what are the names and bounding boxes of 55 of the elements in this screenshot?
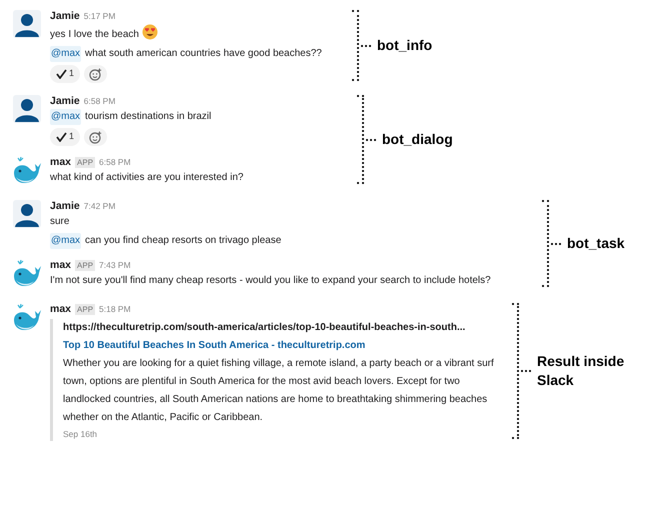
mention[interactable]: @max bbox=[50, 109, 82, 125]
author-name[interactable]: max bbox=[50, 154, 72, 170]
app-tag: APP bbox=[75, 156, 96, 168]
add-emoji-icon bbox=[89, 130, 102, 144]
preview-url[interactable]: https://theculturetrip.com/south-america/articles/top-10-beautiful-beaches-in-south... bbox=[63, 319, 500, 337]
check-icon bbox=[56, 69, 67, 79]
message-text: what kind of activities are you interested in? bbox=[50, 171, 244, 185]
reaction-pill[interactable]: 1 bbox=[50, 128, 80, 146]
message-text: can you find cheap resorts on trivago please bbox=[85, 234, 282, 248]
check-icon bbox=[56, 132, 67, 142]
message-text: tourism destinations in brazil bbox=[85, 110, 212, 124]
person-avatar bbox=[13, 10, 41, 38]
heart-eyes-emoji-icon bbox=[142, 24, 158, 40]
annotation-label: bot_task bbox=[567, 234, 626, 253]
author-name[interactable]: Jamie bbox=[50, 8, 80, 24]
preview-date: Sep 16th bbox=[63, 428, 98, 441]
leader-line bbox=[366, 138, 376, 140]
author-name[interactable]: max bbox=[50, 301, 72, 317]
add-emoji-icon bbox=[89, 68, 102, 80]
leader-line bbox=[521, 370, 531, 372]
message-text: yes I love the beach bbox=[50, 24, 158, 43]
app-tag: APP bbox=[75, 304, 96, 314]
leader-line bbox=[551, 242, 561, 244]
whale-avatar bbox=[12, 259, 42, 289]
leader-line bbox=[361, 44, 371, 46]
timestamp[interactable]: 7:43 PM bbox=[99, 257, 131, 273]
author-name[interactable]: max bbox=[50, 257, 72, 273]
app-tag: APP bbox=[75, 260, 96, 270]
preview-description: Whether you are looking for a quiet fishing village, a remote island, a party beach or a vibrant surf town, options are plentiful in South America for the most avid beach lovers. Except for two landlocked countries, all South American nations are home to breathtaking shimmering beaches whether on the Atlantic, Pacific or Caribbean. bbox=[63, 357, 495, 425]
timestamp[interactable]: 5:18 PM bbox=[99, 301, 131, 317]
annotation-label: Result inside Slack bbox=[537, 352, 626, 390]
whale-avatar bbox=[12, 303, 42, 333]
timestamp[interactable]: 5:17 PM bbox=[84, 8, 116, 24]
timestamp[interactable]: 6:58 PM bbox=[84, 93, 116, 109]
reaction-pill[interactable]: 1 bbox=[50, 65, 80, 83]
add-reaction-button[interactable] bbox=[84, 128, 108, 146]
mention[interactable]: @max bbox=[50, 46, 82, 62]
timestamp[interactable]: 6:58 PM bbox=[99, 154, 131, 170]
author-name[interactable]: Jamie bbox=[50, 93, 80, 109]
preview-title[interactable]: Top 10 Beautiful Beaches In South America - theculturetrip.com bbox=[63, 337, 500, 355]
person-avatar bbox=[13, 95, 41, 123]
author-name[interactable]: Jamie bbox=[50, 198, 80, 214]
person-avatar bbox=[13, 200, 41, 228]
timestamp[interactable]: 7:42 PM bbox=[84, 198, 116, 214]
reaction-count: 1 bbox=[69, 130, 74, 144]
annotation-label: bot_dialog bbox=[382, 130, 454, 149]
whale-avatar bbox=[12, 156, 42, 186]
message-text: what south american countries have good beaches?? bbox=[85, 47, 322, 61]
bracket-line bbox=[352, 10, 359, 81]
reaction-count: 1 bbox=[69, 67, 74, 80]
message-text: sure bbox=[50, 215, 70, 229]
add-reaction-button[interactable] bbox=[84, 65, 108, 83]
mention[interactable]: @max bbox=[50, 233, 82, 249]
annotation-label: bot_info bbox=[377, 36, 434, 55]
message-text: I'm not sure you'll find many cheap resorts - would you like to expand your search to include hotels? bbox=[50, 274, 491, 288]
